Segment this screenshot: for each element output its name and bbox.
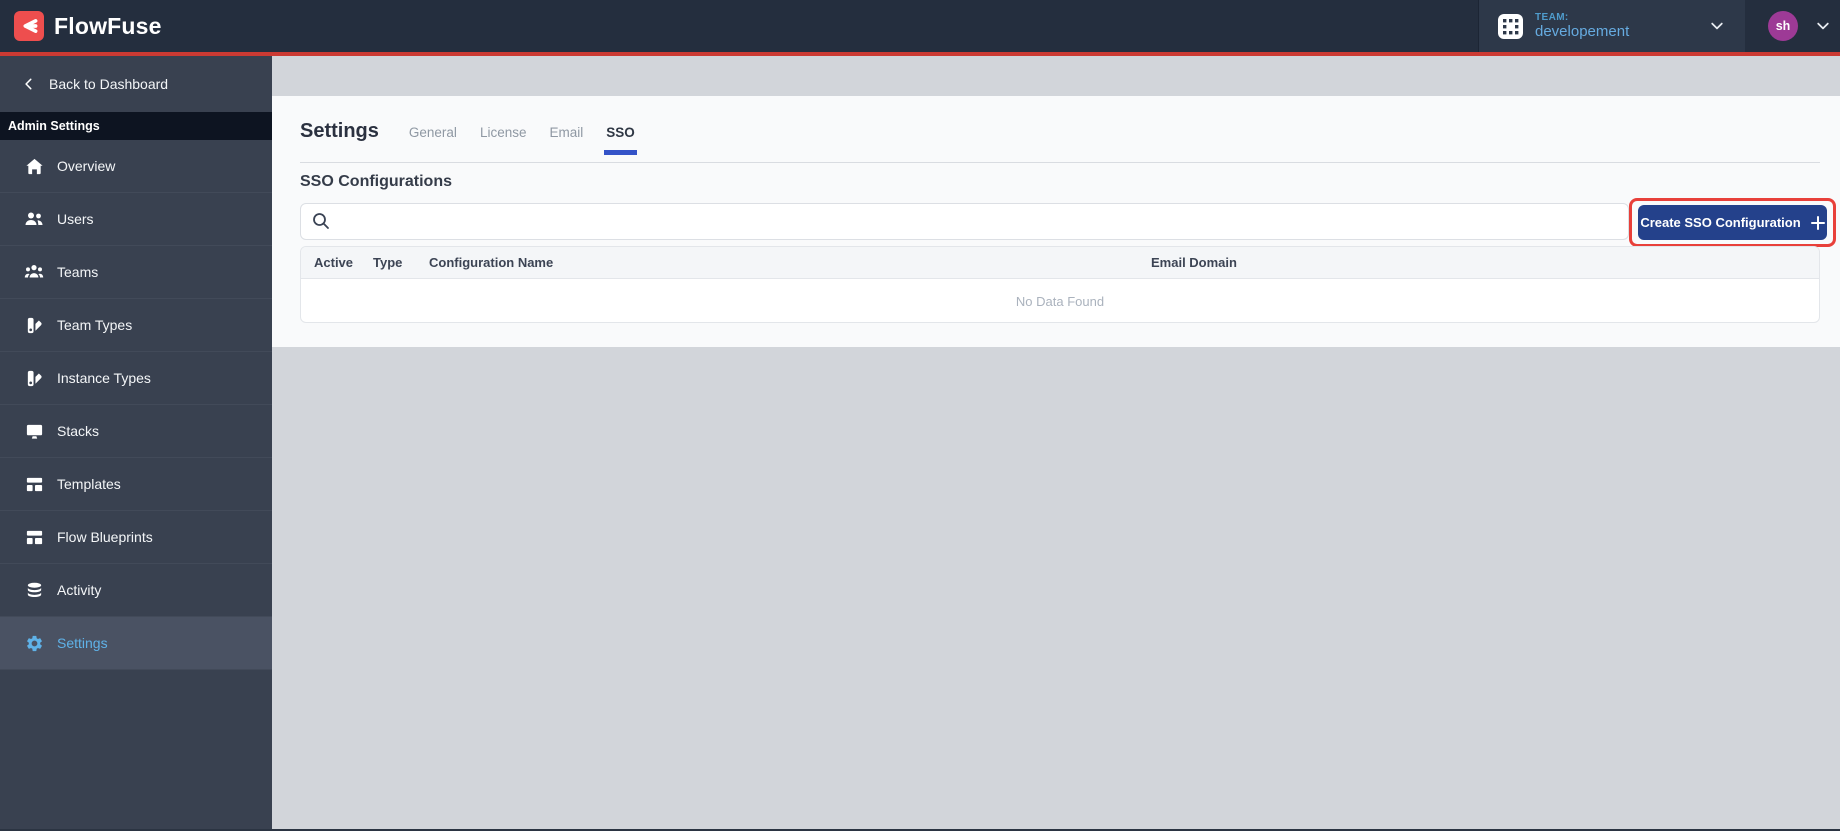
back-to-dashboard-label: Back to Dashboard [49, 76, 169, 92]
column-header-configuration-name: Configuration Name [429, 255, 554, 270]
team-label: TEAM: [1535, 11, 1569, 23]
chevron-down-icon [1709, 18, 1725, 34]
create-sso-configuration-button[interactable]: Create SSO Configuration [1638, 205, 1827, 240]
sidebar-item-label: Users [57, 211, 94, 227]
sidebar-item-overview[interactable]: Overview [0, 140, 272, 193]
column-header-active: Active [314, 255, 354, 270]
tab-license[interactable]: License [480, 125, 527, 140]
brand-name: FlowFuse [54, 12, 162, 39]
empty-state: No Data Found [1015, 293, 1105, 309]
table-header-row: Active Type Configuration Name Email Dom… [301, 247, 1819, 279]
sidebar-item-teams[interactable]: Teams [0, 246, 272, 299]
swatch-icon [24, 368, 44, 388]
create-sso-configuration-label: Create SSO Configuration [1640, 215, 1801, 230]
tab-email[interactable]: Email [549, 125, 583, 140]
teams-icon [24, 262, 44, 282]
sidebar-item-team-types[interactable]: Team Types [0, 299, 272, 352]
avatar[interactable]: sh [1768, 11, 1798, 41]
sidebar-item-stacks[interactable]: Stacks [0, 405, 272, 458]
sidebar-section-label: Admin Settings [0, 112, 272, 140]
search-input[interactable] [300, 203, 1629, 240]
flowfuse-logo-icon [14, 11, 44, 41]
column-header-email-domain: Email Domain [1151, 255, 1237, 270]
sidebar: Back to Dashboard Admin Settings Overvie… [0, 56, 272, 831]
swatch-icon [24, 315, 44, 335]
team-selector[interactable]: TEAM: developement [1478, 0, 1745, 52]
overview-icon [24, 156, 44, 176]
main-area: Settings General License Email SSO SSO C… [272, 56, 1840, 831]
database-icon [24, 580, 44, 600]
sidebar-item-flow-blueprints[interactable]: Flow Blueprints [0, 511, 272, 564]
sidebar-item-label: Instance Types [57, 370, 151, 386]
sidebar-item-users[interactable]: Users [0, 193, 272, 246]
sidebar-item-label: Teams [57, 264, 99, 280]
sso-configurations-table: Active Type Configuration Name Email Dom… [300, 246, 1820, 323]
sidebar-item-label: Team Types [57, 317, 133, 333]
sidebar-item-instance-types[interactable]: Instance Types [0, 352, 272, 405]
sidebar-item-activity[interactable]: Activity [0, 564, 272, 617]
chevron-down-icon [1815, 18, 1831, 34]
section-title: SSO Configurations [300, 173, 452, 190]
sidebar-item-label: Overview [57, 158, 116, 174]
template-icon [24, 527, 44, 547]
plus-icon [1810, 215, 1825, 230]
tab-sso[interactable]: SSO [604, 125, 637, 155]
back-to-dashboard-button[interactable]: Back to Dashboard [0, 56, 272, 112]
top-navbar: FlowFuse TEAM: developement sh [0, 0, 1840, 52]
team-name: developement [1535, 23, 1630, 41]
sidebar-item-settings[interactable]: Settings [0, 617, 272, 670]
tab-general[interactable]: General [409, 125, 457, 140]
column-header-type: Type [373, 255, 403, 270]
settings-panel: Settings General License Email SSO SSO C… [272, 96, 1840, 347]
sidebar-item-label: Flow Blueprints [57, 529, 153, 545]
chevron-left-icon [22, 77, 36, 91]
sidebar-item-label: Templates [57, 476, 121, 492]
team-identicon [1498, 13, 1523, 39]
tabs-divider [300, 162, 1820, 163]
page-title: Settings [300, 120, 379, 142]
template-icon [24, 474, 44, 494]
highlight-outline: Create SSO Configuration [1629, 198, 1836, 247]
users-icon [24, 209, 44, 229]
sidebar-item-templates[interactable]: Templates [0, 458, 272, 511]
settings-tabs: General License Email SSO [409, 125, 637, 155]
sidebar-item-label: Settings [57, 635, 108, 651]
gear-icon [24, 633, 44, 653]
brand[interactable]: FlowFuse [0, 11, 162, 41]
desktop-icon [24, 421, 44, 441]
accent-divider [0, 52, 1840, 56]
sidebar-item-label: Stacks [57, 423, 100, 439]
user-menu[interactable]: sh [1745, 0, 1840, 52]
sidebar-item-label: Activity [57, 582, 102, 598]
